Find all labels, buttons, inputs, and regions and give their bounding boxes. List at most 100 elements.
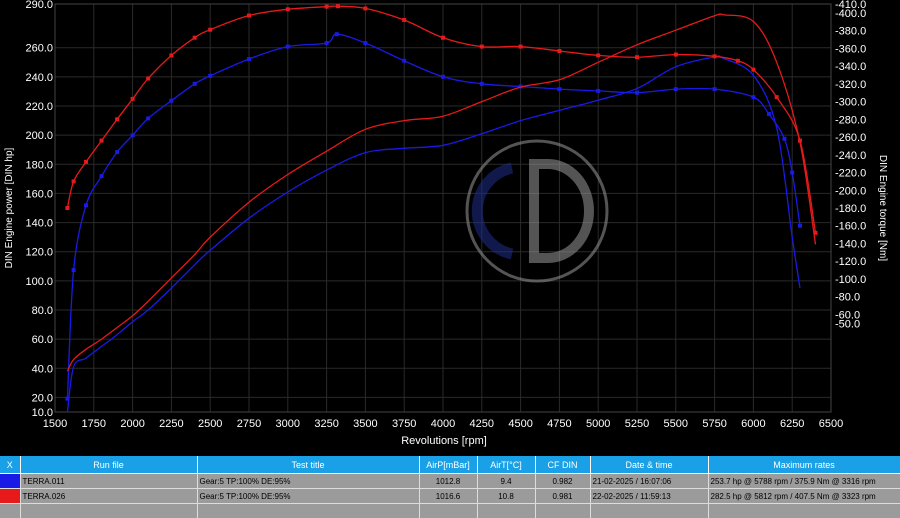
torque-data-point: [596, 88, 601, 93]
header-max-rates[interactable]: Maximum rates: [708, 456, 900, 474]
x-tick-label: 2500: [198, 418, 222, 430]
header-select[interactable]: X: [0, 456, 21, 474]
y-axis-right-label: DIN Engine torque [Nm]: [877, 155, 888, 261]
x-axis-label: Revolutions [rpm]: [401, 435, 487, 447]
torque-data-point: [115, 117, 120, 122]
torque-data-point: [285, 7, 290, 12]
y-right-tick-label: -260.0: [835, 132, 866, 144]
torque-data-point: [84, 159, 89, 164]
y-right-tick-label: -160.0: [835, 221, 866, 233]
torque-data-point: [247, 56, 251, 61]
color-swatch: [0, 473, 21, 489]
x-tick-label: 5750: [702, 418, 726, 430]
y-right-tick-label: -180.0: [835, 203, 866, 215]
x-tick-label: 4250: [470, 418, 494, 430]
test-title-cell: Gear:5 TP:100% DE:95%: [197, 488, 420, 504]
y-right-tick-label: -380.0: [835, 26, 866, 38]
header-test-title[interactable]: Test title: [197, 456, 420, 474]
torque-data-point: [324, 4, 329, 9]
torque-data-point: [751, 67, 756, 72]
header-date-time[interactable]: Date & time: [590, 456, 709, 474]
y-right-tick-label: -120.0: [835, 256, 866, 268]
y-right-tick-label: -80.0: [835, 292, 860, 304]
torque-data-point: [169, 53, 174, 58]
y-left-tick-label: 40.0: [32, 363, 53, 375]
torque-data-point: [285, 44, 290, 49]
torque-data-point: [192, 81, 197, 86]
x-tick-label: 6000: [741, 418, 765, 430]
table-row[interactable]: TERRA.011 Gear:5 TP:100% DE:95% 1012.8 9.4 0…: [0, 473, 900, 489]
torque-data-point: [735, 58, 740, 63]
date-time-cell: 21-02-2025 / 16:07:06: [590, 473, 709, 489]
torque-data-point: [797, 138, 802, 143]
date-time-cell: 22-02-2025 / 11:59:13: [590, 488, 709, 504]
y-right-tick-label: -240.0: [835, 150, 866, 162]
y-right-tick-label: -340.0: [835, 61, 866, 73]
cf-din-cell: 0.981: [535, 488, 591, 504]
header-air-temp[interactable]: AirT[°C]: [477, 456, 536, 474]
run-file-cell: [20, 503, 198, 518]
y-right-tick-label: -280.0: [835, 114, 866, 126]
series-color-swatch[interactable]: [0, 489, 19, 503]
torque-data-point: [363, 41, 368, 46]
torque-data-point: [324, 41, 329, 46]
torque-data-point: [766, 111, 771, 116]
header-cf-din[interactable]: CF DIN: [535, 456, 591, 474]
y-left-tick-label: 60.0: [32, 334, 53, 346]
cf-din-cell: [535, 503, 591, 518]
air-pressure-cell: 1012.8: [419, 473, 478, 489]
torque-data-point: [130, 96, 135, 101]
y-left-tick-label: 100.0: [25, 276, 53, 288]
y-right-tick-label: -360.0: [835, 43, 866, 55]
torque-data-point: [751, 95, 756, 100]
torque-data-point: [635, 55, 639, 60]
dyno-chart: 1500 1750 2000 2250 2500 2750 3000 3250 3500 3750…: [0, 0, 900, 455]
max-rates-cell: 253.7 hp @ 5788 rpm / 375.9 Nm @ 3316 rp…: [708, 473, 900, 489]
y-left-tick-label: 10.0: [32, 407, 53, 419]
torque-data-point: [712, 54, 717, 59]
torque-data-point: [192, 35, 197, 40]
y-right-tick-label: -220.0: [835, 168, 866, 180]
x-tick-label: 4500: [508, 418, 532, 430]
x-tick-label: 1500: [43, 418, 67, 430]
series-color-swatch[interactable]: [0, 504, 19, 518]
torque-data-point: [65, 396, 70, 401]
x-tick-label: 4750: [547, 418, 571, 430]
header-run-file[interactable]: Run file: [20, 456, 198, 474]
air-temp-cell: 10.8: [477, 488, 536, 504]
x-tick-label: 3750: [392, 418, 416, 430]
table-header-row: X Run file Test title AirP[mBar] AirT[°C…: [0, 456, 900, 474]
torque-data-point: [115, 150, 120, 155]
x-tick-label: 6250: [780, 418, 804, 430]
torque-data-point: [782, 136, 787, 141]
table-row[interactable]: TERRA.026 Gear:5 TP:100% DE:95% 1016.6 10.8…: [0, 488, 900, 504]
x-tick-label: 3500: [353, 418, 377, 430]
table-row[interactable]: [0, 503, 900, 518]
y-right-tick-label: -140.0: [835, 238, 866, 250]
torque-curve-terra-026: [66, 5, 817, 233]
torque-data-point: [84, 203, 89, 208]
torque-data-point: [790, 170, 795, 175]
torque-data-point: [65, 206, 70, 210]
torque-data-point: [479, 44, 484, 49]
torque-data-point: [402, 58, 407, 63]
air-pressure-cell: 1016.6: [419, 488, 478, 504]
y-left-tick-label: 290.0: [25, 0, 53, 11]
air-temp-cell: 9.4: [477, 473, 536, 489]
torque-data-point: [99, 174, 104, 179]
run-file-cell: TERRA.026: [20, 488, 198, 504]
series-color-swatch[interactable]: [0, 474, 19, 488]
torque-curve-terra-011: [66, 33, 801, 399]
test-title-cell: [197, 503, 420, 518]
header-air-pressure[interactable]: AirP[mBar]: [419, 456, 478, 474]
x-tick-label: 3250: [314, 418, 338, 430]
torque-data-point: [71, 268, 76, 273]
air-pressure-cell: [419, 503, 478, 518]
torque-data-point: [363, 6, 368, 11]
torque-data-point: [335, 4, 340, 9]
x-tick-label: 2750: [237, 418, 261, 430]
y-left-tick-label: 200.0: [25, 130, 53, 142]
torque-data-point: [557, 87, 562, 92]
torque-data-point: [334, 32, 339, 37]
torque-data-point: [673, 52, 678, 57]
